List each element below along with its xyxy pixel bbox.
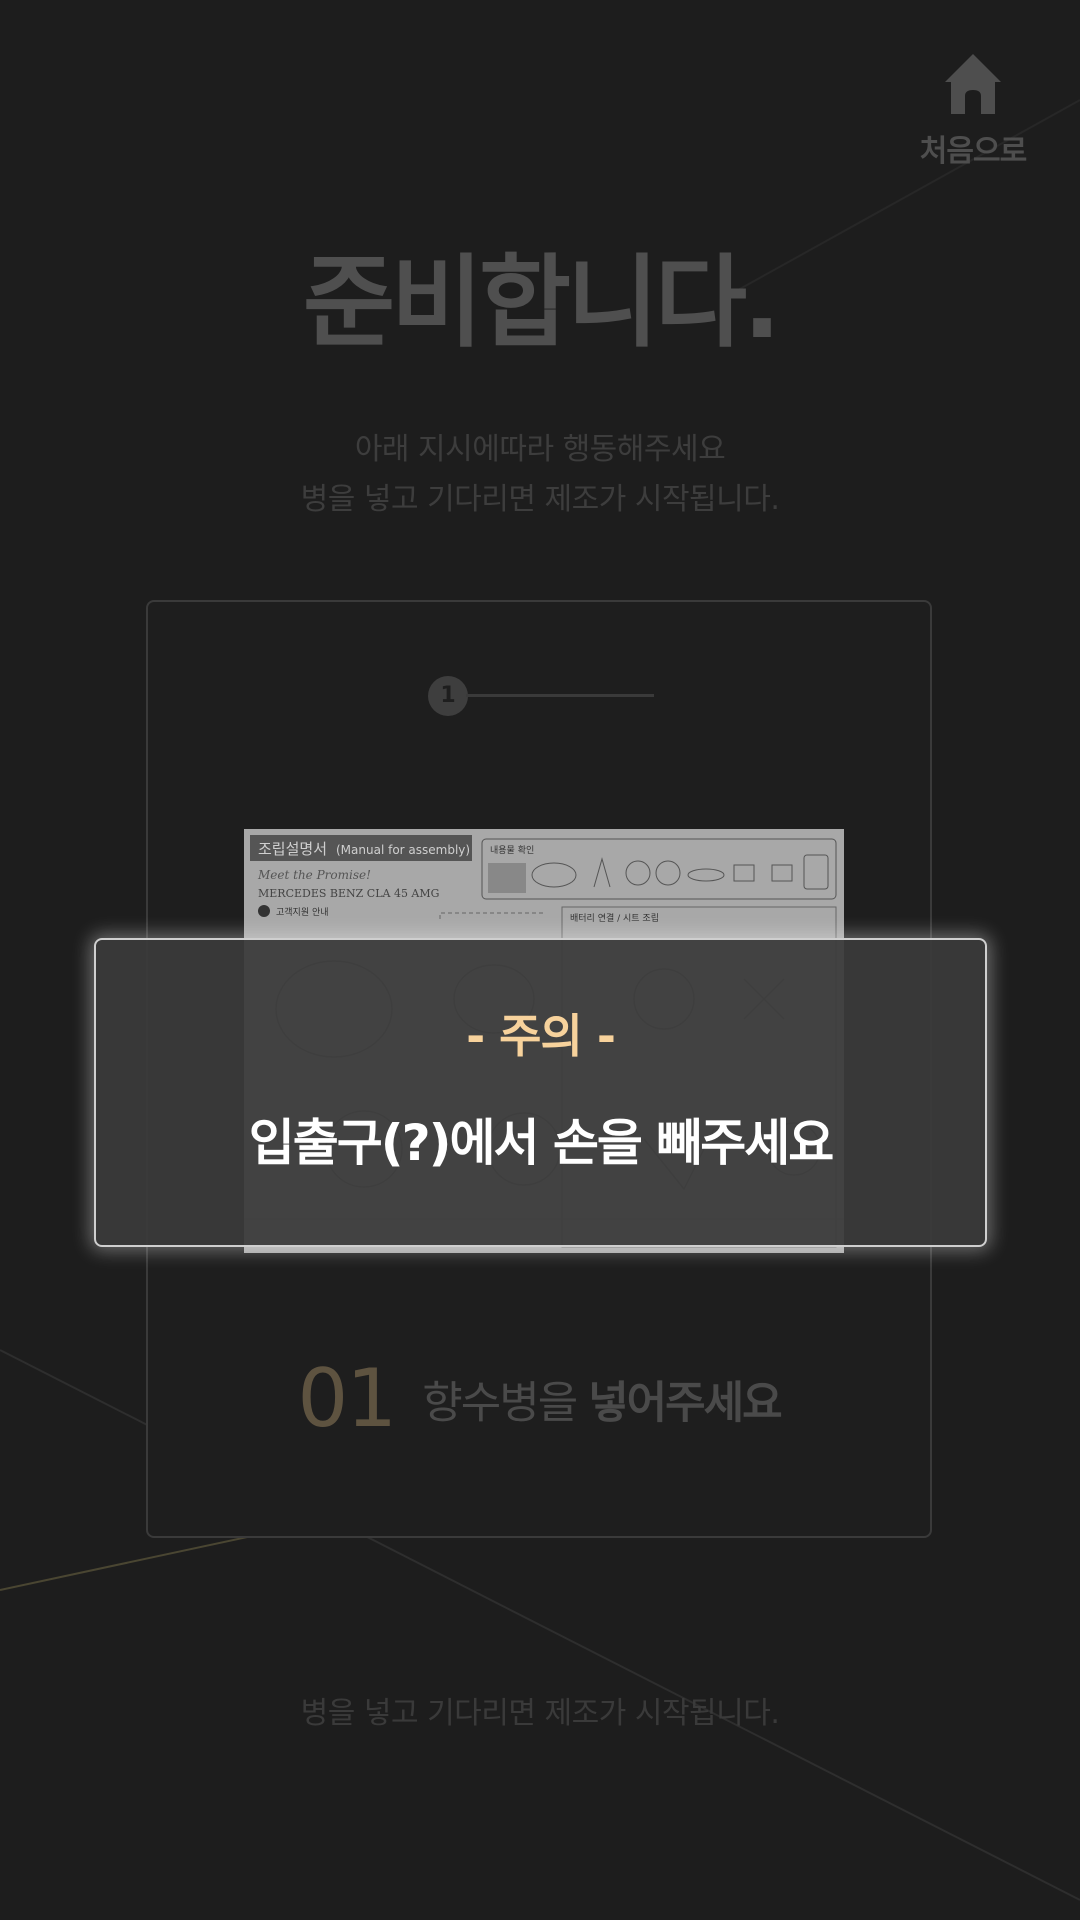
screen: 처음으로 준비합니다. 아래 지시에따라 행동해주세요 병을 넣고 기다리면 제… — [0, 0, 1080, 1920]
caution-title: - 주의 - — [466, 1009, 616, 1063]
home-icon — [945, 54, 1001, 114]
step-indicator: 1 — [428, 676, 468, 716]
step-description: 향수병을 넣어주세요 — [422, 1377, 782, 1429]
step-instruction: 01 향수병을 넣어주세요 — [148, 1352, 930, 1445]
step-number: 01 — [297, 1352, 397, 1445]
caution-dialog: - 주의 - 입출구(?)에서 손을 빼주세요 — [94, 938, 987, 1247]
subtitle-line-2: 병을 넣고 기다리면 제조가 시작됩니다. — [300, 482, 780, 517]
subtitle-line-1: 아래 지시에따라 행동해주세요 — [354, 432, 726, 467]
home-label: 처음으로 — [919, 134, 1027, 169]
manual-section-battery: 배터리 연결 / 시트 조립 — [570, 913, 659, 924]
manual-section-contents: 내용물 확인 — [490, 844, 534, 856]
step-progress-line — [466, 694, 654, 697]
home-button[interactable]: 처음으로 — [908, 50, 1038, 170]
manual-title-en: (Manual for assembly) — [336, 843, 470, 857]
bottom-note: 병을 넣고 기다리면 제조가 시작됩니다. — [300, 1696, 780, 1731]
manual-model: MERCEDES BENZ CLA 45 AMG — [258, 887, 439, 900]
manual-customer-service: 고객지원 안내 — [276, 907, 329, 918]
manual-tagline: Meet the Promise! — [257, 868, 371, 882]
page-title: 준비합니다. — [303, 244, 781, 361]
manual-title: 조립설명서 — [258, 840, 327, 858]
caution-message: 입출구(?)에서 손을 빼주세요 — [248, 1114, 835, 1172]
step-text-light: 향수병을 — [422, 1377, 578, 1429]
step-text-bold: 넣어주세요 — [588, 1377, 782, 1429]
